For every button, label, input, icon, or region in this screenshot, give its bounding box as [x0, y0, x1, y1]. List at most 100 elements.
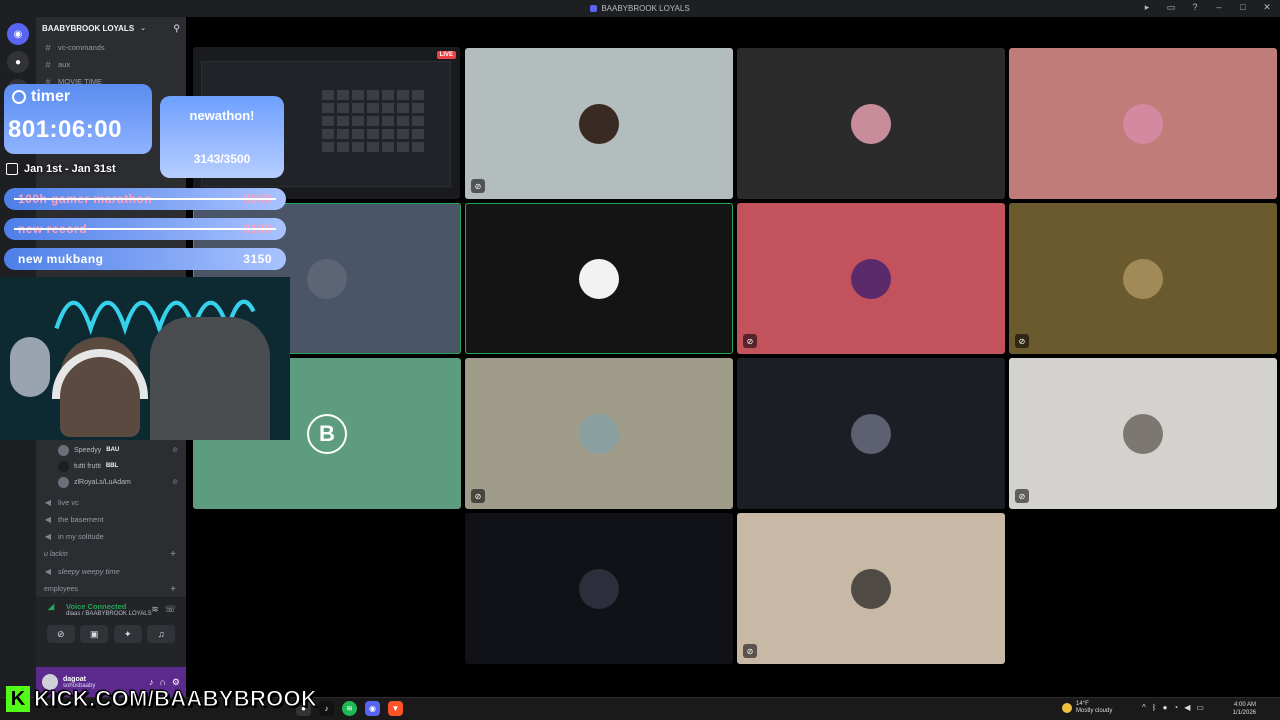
muted-icon: ⊘ — [172, 447, 178, 454]
participant-avatar — [851, 413, 891, 454]
tiktok-icon[interactable]: ♪ — [319, 701, 334, 716]
minimize-button[interactable]: – — [1212, 2, 1226, 13]
plush-toy — [10, 337, 50, 397]
participant-avatar — [1123, 413, 1163, 454]
participant-tile[interactable]: ⊘ — [1009, 358, 1277, 509]
spotify-icon[interactable]: ≋ — [342, 701, 357, 716]
category-ulackin[interactable]: u lackin + — [36, 545, 186, 563]
deafened-icon: ⊘ — [743, 644, 757, 658]
kick-url: KICK.COM/BAABYBROOK — [33, 686, 318, 712]
window-titlebar: BAABYBROOK LOYALS ▸ ▭ ? – □ ✕ — [0, 0, 1280, 17]
voice-actions: ≋ ☏ — [151, 604, 176, 615]
voice-channel-item[interactable]: ◀ in my solitude — [36, 528, 186, 545]
voice-channel-item[interactable]: ◀ sleepy weepy time — [36, 563, 186, 580]
speaker-icon: ◀ — [44, 515, 52, 524]
voice-channel-item[interactable]: ◀ live vc — [36, 494, 186, 511]
participant-tile[interactable]: ⊘ — [1009, 203, 1277, 354]
category-employees[interactable]: employees + — [36, 580, 186, 598]
participant-tile[interactable] — [737, 48, 1005, 199]
discord-icon — [590, 5, 598, 12]
noise-suppression-icon[interactable]: ≋ — [151, 604, 159, 615]
jacket — [150, 317, 270, 440]
chevron-down-icon: ⌄ — [140, 25, 147, 32]
add-member-icon[interactable]: ⚲ — [173, 23, 180, 34]
pin-icon[interactable]: ▸ — [1140, 2, 1154, 13]
voice-user[interactable]: tutti frutti BBL — [36, 458, 186, 474]
brave-icon[interactable]: ▼ — [388, 701, 403, 716]
muted-icon: ⊘ — [172, 479, 178, 486]
voice-buttons: ⊘ ▣ ✦ ♫ — [36, 625, 186, 643]
battery-icon[interactable]: ▭ — [1196, 703, 1204, 712]
deafened-icon: ⊘ — [471, 489, 485, 503]
subathon-timer: timer 801:06:00 — [4, 84, 152, 154]
timer-value: 801:06:00 — [8, 116, 122, 143]
participant-avatar — [579, 103, 619, 144]
server-header[interactable]: BAABYBROOK LOYALS ⌄ ⚲ — [36, 17, 186, 39]
participant-avatar — [1123, 103, 1163, 144]
avatar — [58, 444, 69, 456]
webcam-feed — [0, 277, 290, 440]
window-title-text: BAABYBROOK LOYALS — [601, 4, 690, 13]
home-button[interactable]: ◉ — [7, 23, 29, 45]
server-icon[interactable]: ● — [7, 51, 29, 73]
share-screen-button[interactable]: ▣ — [80, 625, 109, 643]
weather-widget[interactable]: 14°F Mostly cloudy — [1062, 701, 1112, 715]
participant-tile[interactable] — [737, 358, 1005, 509]
bluetooth-icon[interactable]: ᛒ — [1152, 703, 1157, 712]
voice-channel-item[interactable]: ◀ the basement — [36, 511, 186, 528]
participant-avatar — [851, 568, 891, 609]
goal-progress: 3143/3500 — [193, 152, 251, 166]
maximize-button[interactable]: □ — [1236, 2, 1250, 13]
close-button[interactable]: ✕ — [1260, 2, 1274, 13]
date-range: Jan 1st - Jan 31st — [6, 163, 116, 175]
participant-avatar — [851, 103, 891, 144]
help-icon[interactable]: ? — [1188, 2, 1202, 13]
deafened-icon: ⊘ — [1015, 489, 1029, 503]
discord-icon[interactable]: ◉ — [365, 701, 380, 716]
participant-tile[interactable]: ⊘ — [465, 48, 733, 199]
app-tray-icon[interactable]: ● — [1163, 703, 1168, 712]
window-title: BAABYBROOK LOYALS — [590, 4, 690, 13]
live-badge: LIVE — [436, 51, 456, 59]
deafened-icon: ⊘ — [1015, 334, 1029, 348]
signal-icon: ◢ — [48, 602, 55, 611]
voice-user[interactable]: zlRoyaLs/LuAdam ⊘ — [36, 474, 186, 490]
participant-tile[interactable]: ⊘ — [737, 203, 1005, 354]
hash-icon: # — [45, 59, 51, 70]
participant-tile[interactable]: ⊘ — [737, 513, 1005, 664]
voice-user[interactable]: Speedyy BAU ⊘ — [36, 442, 186, 458]
volume-icon[interactable]: ◀ — [1184, 703, 1190, 712]
channel-item[interactable]: # aux — [36, 56, 186, 73]
participant-tile[interactable]: ⊘ — [465, 358, 733, 509]
deafened-icon: ⊘ — [471, 179, 485, 193]
participant-avatar — [851, 258, 891, 299]
disconnect-icon[interactable]: ☏ — [165, 604, 176, 615]
speaker-icon: ◀ — [44, 498, 52, 507]
avatar — [58, 476, 69, 488]
network-icon[interactable]: ◔ — [1173, 703, 1178, 712]
add-channel-icon[interactable]: + — [170, 549, 176, 560]
clock[interactable]: 4:00 AM 1/1/2026 — [1233, 701, 1256, 717]
server-name: BAABYBROOK LOYALS — [42, 23, 135, 33]
goal-title: newathon! — [189, 108, 255, 123]
timer-label: timer — [31, 88, 71, 105]
soundboard-button[interactable]: ♫ — [147, 625, 176, 643]
goal-bar: new record 3100 — [4, 218, 286, 240]
add-channel-icon[interactable]: + — [170, 584, 176, 595]
system-tray: ^ ᛒ ● ◔ ◀ ▭ — [1142, 703, 1204, 712]
hash-icon: # — [45, 42, 51, 53]
participant-avatar — [1123, 258, 1163, 299]
speaker-icon: ◀ — [44, 567, 52, 576]
camera-off-button[interactable]: ⊘ — [46, 625, 75, 643]
participant-tile[interactable] — [465, 203, 733, 354]
window-controls: ▸ ▭ ? – □ ✕ — [1140, 2, 1274, 13]
voice-connection-panel: ◢ Voice Connected dlaas / BAABYBROOK LOY… — [36, 597, 186, 667]
participant-tile[interactable] — [1009, 48, 1277, 199]
weather-icon — [1062, 703, 1072, 713]
goal-bar: new mukbang 3150 — [4, 248, 286, 270]
chevron-up-icon[interactable]: ^ — [1142, 703, 1146, 712]
activities-button[interactable]: ✦ — [113, 625, 142, 643]
participant-tile[interactable] — [465, 513, 733, 664]
channel-item[interactable]: # vc-commands — [36, 39, 186, 56]
inbox-icon[interactable]: ▭ — [1164, 2, 1178, 13]
